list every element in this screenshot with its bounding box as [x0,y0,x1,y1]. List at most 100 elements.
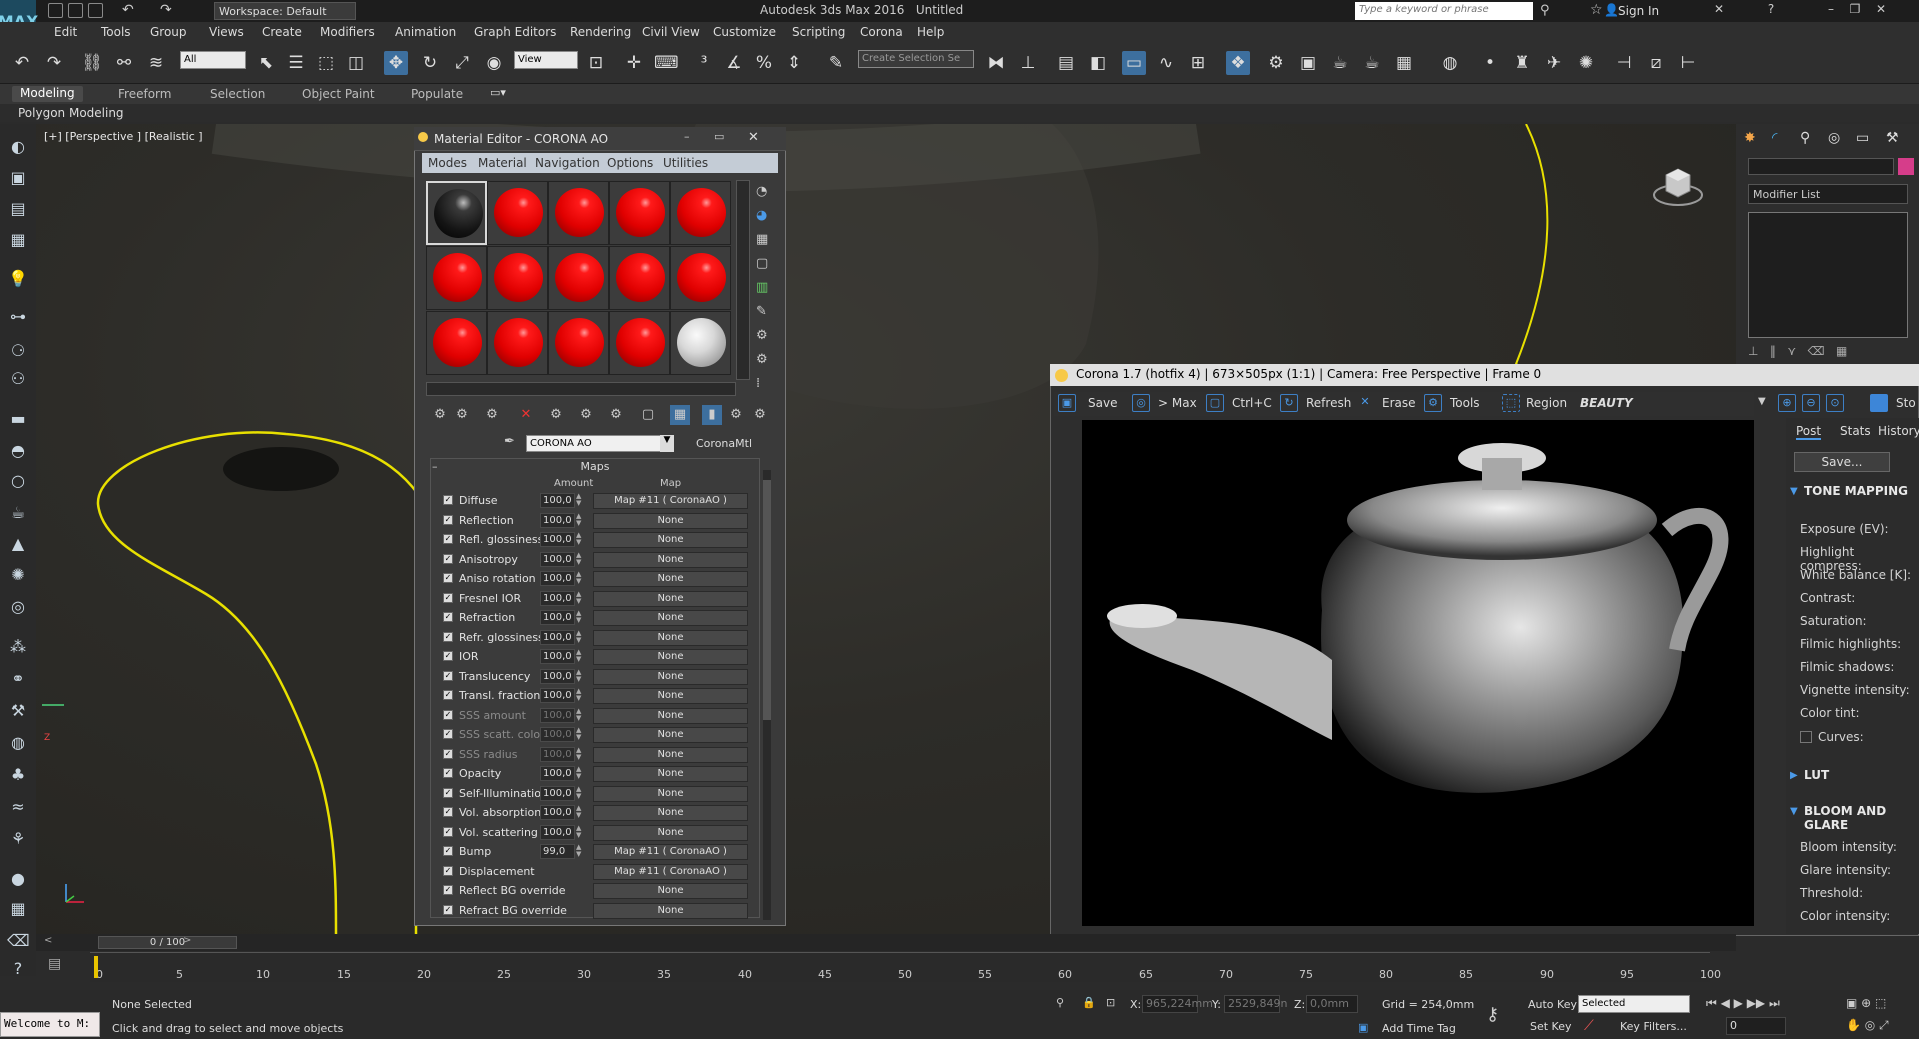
map-enabled-checkbox[interactable]: ✓ [443,749,453,759]
amount-spinner-icon[interactable]: ▲ ▼ [576,766,584,781]
menu-graph-editors[interactable]: Graph Editors [474,25,556,39]
modify-icon[interactable]: ▣ [7,167,29,189]
map-slot-button[interactable]: None [593,727,748,743]
corona-light-icon[interactable]: • [1478,51,1502,75]
save-file-icon[interactable] [88,3,103,18]
me-menu-material[interactable]: Material [478,156,527,170]
set-key-icon[interactable]: ⟋ [1584,1018,1594,1034]
help-icon[interactable]: ? [1762,2,1780,18]
track-bar-icon[interactable]: ▤ [48,956,61,972]
tab-modeling[interactable]: Modeling [12,86,83,102]
zoom-fit-icon[interactable]: ⊙ [1826,394,1844,412]
select-move-icon[interactable]: ✥ [384,51,408,75]
material-name-field[interactable]: CORONA AO [526,435,674,452]
box-icon[interactable]: ▬ [7,408,29,430]
map-slot-button[interactable]: Map #11 ( CoronaAO ) [593,493,748,509]
grid-icon[interactable]: ▦ [7,229,29,251]
star-icon[interactable]: ☆ [1590,2,1603,18]
map-enabled-checkbox[interactable]: ✓ [443,846,453,856]
map-amount-field[interactable]: 100,0 [540,708,575,723]
amount-spinner-icon[interactable]: ▲ ▼ [576,825,584,840]
backlight-icon[interactable]: ◕ [756,208,767,223]
region-icon[interactable]: ⬚ [1502,394,1520,412]
rig-icon[interactable]: ⚒ [7,700,29,722]
vfb-titlebar[interactable]: Corona 1.7 (hotfix 4) | 673×505px (1:1) … [1050,364,1919,386]
stop-icon[interactable] [1870,394,1888,412]
select-by-name-icon[interactable]: ☰ [284,51,308,75]
map-enabled-checkbox[interactable]: ✓ [443,768,453,778]
sample-slot-8[interactable] [548,246,609,310]
vfb-copy-button[interactable]: Ctrl+C [1232,396,1272,410]
sample-slot-10[interactable] [670,246,731,310]
map-slot-button[interactable]: None [593,610,748,626]
render-production-icon[interactable]: ☕ [1328,51,1352,75]
map-amount-field[interactable]: 100,0 [540,493,575,508]
sample-slot-9[interactable] [609,246,670,310]
map-amount-field[interactable]: 100,0 [540,747,575,762]
map-amount-field[interactable]: 100,0 [540,825,575,840]
map-amount-field[interactable]: 100,0 [540,805,575,820]
menu-corona[interactable]: Corona [860,25,903,39]
sun-icon[interactable]: ✺ [7,564,29,586]
map-amount-field[interactable]: 100,0 [540,591,575,606]
snaps-3d-icon[interactable]: ³ [692,51,716,75]
mirror-icon[interactable]: ⧓ [984,51,1008,75]
corona-fb-icon[interactable]: ◍ [1438,51,1462,75]
go-forward-icon[interactable]: ⚙ [750,405,770,425]
map-enabled-checkbox[interactable]: ✓ [443,885,453,895]
go-to-parent-icon[interactable]: ⚙ [726,405,746,425]
amount-spinner-icon[interactable]: ▲ ▼ [576,649,584,664]
map-enabled-checkbox[interactable]: ✓ [443,534,453,544]
hair-icon[interactable]: ≈ [7,796,29,818]
map-enabled-checkbox[interactable]: ✓ [443,788,453,798]
percent-snap-icon[interactable]: % [752,51,776,75]
material-name-dropdown[interactable]: ▼ [660,435,674,452]
map-slot-button[interactable]: None [593,825,748,841]
sample-slot-3[interactable] [548,181,609,245]
y-coord-field[interactable]: 2529,849n [1224,995,1287,1013]
map-slot-button[interactable]: None [593,708,748,724]
abs-mode-icon[interactable]: ⊡ [1106,996,1115,1009]
map-slot-button[interactable]: None [593,766,748,782]
list-icon[interactable]: ▤ [7,198,29,220]
rect-selection-icon[interactable]: ⬚ [314,51,338,75]
options-icon[interactable]: ⚙ [756,328,768,343]
sample-slot-13[interactable] [548,311,609,375]
ref-coord-dropdown[interactable]: View [514,51,578,69]
menu-civil-view[interactable]: Civil View [642,25,700,39]
amount-spinner-icon[interactable]: ▲ ▼ [576,727,584,742]
map-amount-field[interactable]: 99,0 [540,844,575,859]
corona-tool-c-icon[interactable]: ⊢ [1676,51,1700,75]
polygon-modeling-panel[interactable]: Polygon Modeling [18,106,124,120]
align-icon[interactable]: ⊥ [1016,51,1040,75]
time-tag-icon[interactable]: ▣ [1358,1021,1368,1034]
ribbon-options-icon[interactable]: ▭▾ [490,86,506,99]
amount-spinner-icon[interactable]: ▲ ▼ [576,493,584,508]
map-amount-field[interactable]: 100,0 [540,727,575,742]
viewport-nav-controls[interactable]: ▣ ⊕ ⬚ [1846,996,1886,1010]
menu-modifiers[interactable]: Modifiers [320,25,375,39]
tab-populate[interactable]: Populate [411,87,463,101]
menu-animation[interactable]: Animation [395,25,456,39]
map-slot-button[interactable]: None [593,532,748,548]
map-slot-button[interactable]: None [593,688,748,704]
lut-expand-icon[interactable]: ▶ [1790,770,1798,781]
slots-horizontal-scrollbar[interactable] [426,382,736,396]
sample-slot-11[interactable] [426,311,487,375]
schematic-view-icon[interactable]: ⊞ [1186,51,1210,75]
map-slot-button[interactable]: None [593,747,748,763]
curves-checkbox[interactable] [1800,731,1812,743]
auto-key-button[interactable]: Auto Key [1528,998,1577,1011]
render-setup-icon[interactable]: ⚙ [1264,51,1288,75]
map-slot-button[interactable]: None [593,669,748,685]
menu-rendering[interactable]: Rendering [570,25,631,39]
sample-slot-15[interactable] [670,311,731,375]
map-slot-button[interactable]: None [593,649,748,665]
utilities-tab-icon[interactable]: ⚒ [1886,130,1899,146]
cone-icon[interactable]: ▲ [7,533,29,555]
binoculars-icon[interactable]: ⚲ [1540,3,1550,18]
render-iterative-icon[interactable]: ☕ [1360,51,1384,75]
map-amount-field[interactable]: 100,0 [540,532,575,547]
copy-icon[interactable]: ▢ [1206,394,1224,412]
tab-selection[interactable]: Selection [210,87,265,101]
